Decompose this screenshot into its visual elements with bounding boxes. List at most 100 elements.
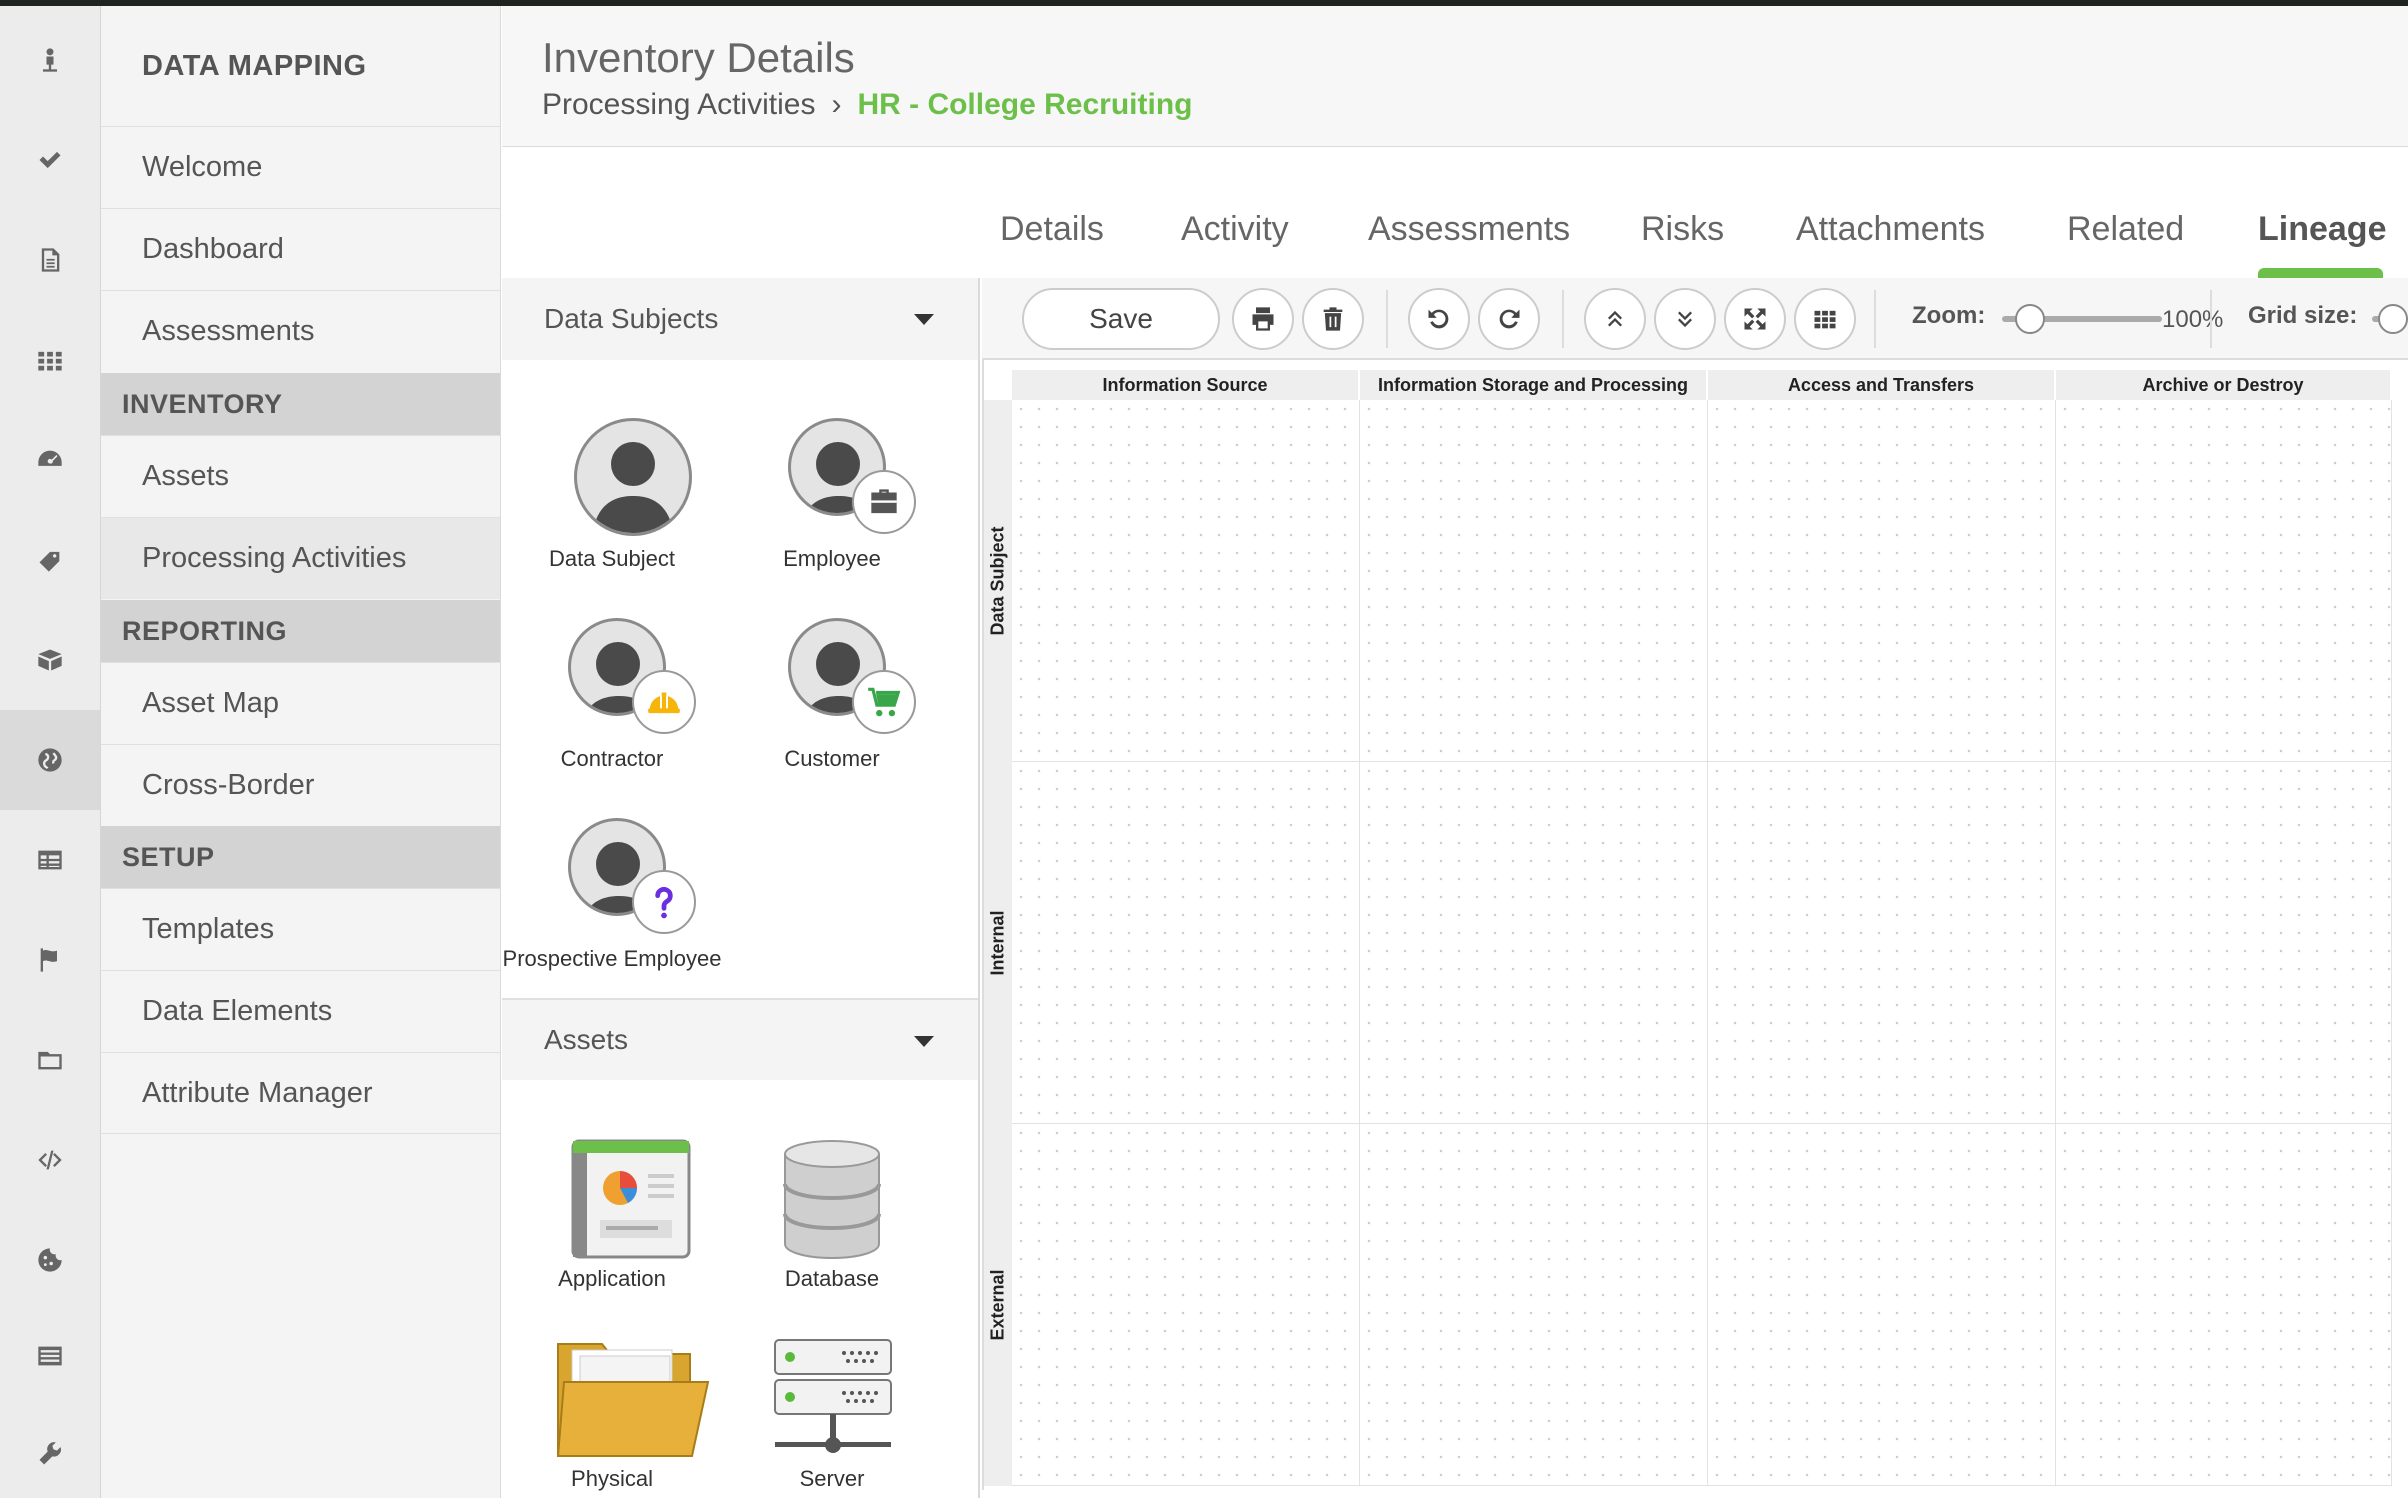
palette-label: Customer <box>784 746 880 771</box>
row-header: Data Subject <box>984 400 1012 762</box>
delete-button[interactable] <box>1302 288 1364 350</box>
rail-flag[interactable] <box>0 910 100 1010</box>
hard-hat-icon <box>632 670 696 734</box>
rail-list[interactable] <box>0 1306 100 1406</box>
tab-attachments[interactable]: Attachments <box>1796 210 1985 249</box>
redo-button[interactable] <box>1478 288 1540 350</box>
palette-prospective-employee[interactable]: Prospective Employee <box>502 818 722 971</box>
assets-title: Assets <box>544 1024 629 1055</box>
lineage-cell[interactable] <box>2056 400 2392 762</box>
palette-data-subject[interactable]: Data Subject <box>502 418 722 571</box>
briefcase-icon <box>852 470 916 534</box>
nav-item-data-elements[interactable]: Data Elements <box>101 970 500 1052</box>
lineage-cell[interactable] <box>1012 400 1360 762</box>
save-button[interactable]: Save <box>1022 288 1220 350</box>
undo-icon <box>1428 309 1449 329</box>
tab-risks[interactable]: Risks <box>1641 210 1724 249</box>
tab-details[interactable]: Details <box>1000 210 1104 249</box>
nav-section-setup: SETUP <box>101 826 500 888</box>
column-header: Information Source <box>1012 370 1360 400</box>
row-header: Internal <box>984 762 1012 1124</box>
undo-button[interactable] <box>1408 288 1470 350</box>
nav-item-dashboard[interactable]: Dashboard <box>101 208 500 290</box>
lineage-cell[interactable] <box>2056 1124 2392 1486</box>
rail-table[interactable] <box>0 810 100 910</box>
nav-item-welcome[interactable]: Welcome <box>101 126 500 208</box>
lineage-cell[interactable] <box>1360 762 1708 1124</box>
palette-customer[interactable]: Customer <box>722 618 942 771</box>
tab-related[interactable]: Related <box>2067 210 2184 249</box>
lineage-cell[interactable] <box>1708 400 2056 762</box>
palette-database[interactable]: Database <box>722 1138 942 1291</box>
zoom-slider-handle[interactable] <box>2015 304 2045 334</box>
lineage-cell[interactable] <box>1360 1124 1708 1486</box>
column-header: Access and Transfers <box>1708 370 2056 400</box>
chevron-double-down-icon <box>1678 311 1692 328</box>
move-down-button[interactable] <box>1654 288 1716 350</box>
tag-icon <box>39 551 60 572</box>
palette-application[interactable]: Application <box>502 1138 722 1291</box>
nav-item-assessments[interactable]: Assessments <box>101 290 500 372</box>
print-icon <box>1252 307 1274 331</box>
caret-down-icon <box>914 314 934 325</box>
rail-tag[interactable] <box>0 510 100 610</box>
server-icon <box>774 1339 892 1453</box>
nav-item-attribute-manager[interactable]: Attribute Manager <box>101 1052 500 1134</box>
rail-globe[interactable] <box>0 710 100 810</box>
nav-item-processing-activities[interactable]: Processing Activities <box>101 517 500 599</box>
data-subjects-header[interactable]: Data Subjects <box>502 278 978 360</box>
table-icon <box>38 850 62 870</box>
tab-activity[interactable]: Activity <box>1181 210 1289 249</box>
nav-item-assets[interactable]: Assets <box>101 435 500 517</box>
rail-code[interactable] <box>0 1110 100 1210</box>
rail-folder[interactable] <box>0 1010 100 1110</box>
grid-icon <box>38 351 62 371</box>
nav-item-cross-border[interactable]: Cross-Border <box>101 744 500 826</box>
element-palette: Data Subjects Data Subject Employee Cont… <box>502 278 980 1498</box>
palette-employee[interactable]: Employee <box>722 418 942 571</box>
palette-label: Data Subject <box>549 546 675 571</box>
palette-contractor[interactable]: Contractor <box>502 618 722 771</box>
rail-gauge[interactable] <box>0 410 100 510</box>
expand-icon <box>1744 308 1766 330</box>
row-header-label: Internal <box>987 910 1008 976</box>
breadcrumb-parent[interactable]: Processing Activities <box>542 88 815 122</box>
assets-header[interactable]: Assets <box>502 998 978 1080</box>
breadcrumb-current: HR - College Recruiting <box>857 88 1193 121</box>
lineage-cell[interactable] <box>1012 762 1360 1124</box>
rail-user[interactable] <box>0 10 100 110</box>
toolbar-divider <box>1386 290 1388 348</box>
lineage-cell[interactable] <box>2056 762 2392 1124</box>
lineage-canvas[interactable]: Information Source Information Storage a… <box>982 360 2402 1490</box>
active-tab-indicator <box>2258 268 2383 278</box>
grid-toggle-button[interactable] <box>1794 288 1856 350</box>
lineage-cell[interactable] <box>1012 1124 1360 1486</box>
nav-item-templates[interactable]: Templates <box>101 888 500 970</box>
lineage-cell[interactable] <box>1360 400 1708 762</box>
lineage-cell[interactable] <box>1708 1124 2056 1486</box>
shopping-cart-icon <box>852 670 916 734</box>
grid-size-label: Grid size: <box>2248 302 2358 329</box>
grid-size-slider-handle[interactable] <box>2378 304 2408 334</box>
fit-screen-button[interactable] <box>1724 288 1786 350</box>
rail-cookie[interactable] <box>0 1210 100 1310</box>
rail-check[interactable] <box>0 110 100 210</box>
toolbar-divider <box>1874 290 1876 348</box>
column-header: Information Storage and Processing <box>1360 370 1708 400</box>
nav-item-asset-map[interactable]: Asset Map <box>101 662 500 744</box>
palette-physical[interactable]: Physical <box>502 1338 722 1491</box>
lineage-cell[interactable] <box>1708 762 2056 1124</box>
rail-grid[interactable] <box>0 310 100 410</box>
tab-lineage[interactable]: Lineage <box>2258 210 2386 249</box>
chevron-double-up-icon <box>1608 310 1622 327</box>
rail-box[interactable] <box>0 610 100 710</box>
print-button[interactable] <box>1232 288 1294 350</box>
rail-wrench[interactable] <box>0 1404 100 1498</box>
palette-server[interactable]: Server <box>722 1338 942 1491</box>
palette-label: Application <box>558 1266 666 1291</box>
zoom-value: 100% <box>2162 306 2224 333</box>
database-icon <box>783 1140 881 1260</box>
tab-assessments[interactable]: Assessments <box>1368 210 1570 249</box>
move-up-button[interactable] <box>1584 288 1646 350</box>
rail-document[interactable] <box>0 210 100 310</box>
